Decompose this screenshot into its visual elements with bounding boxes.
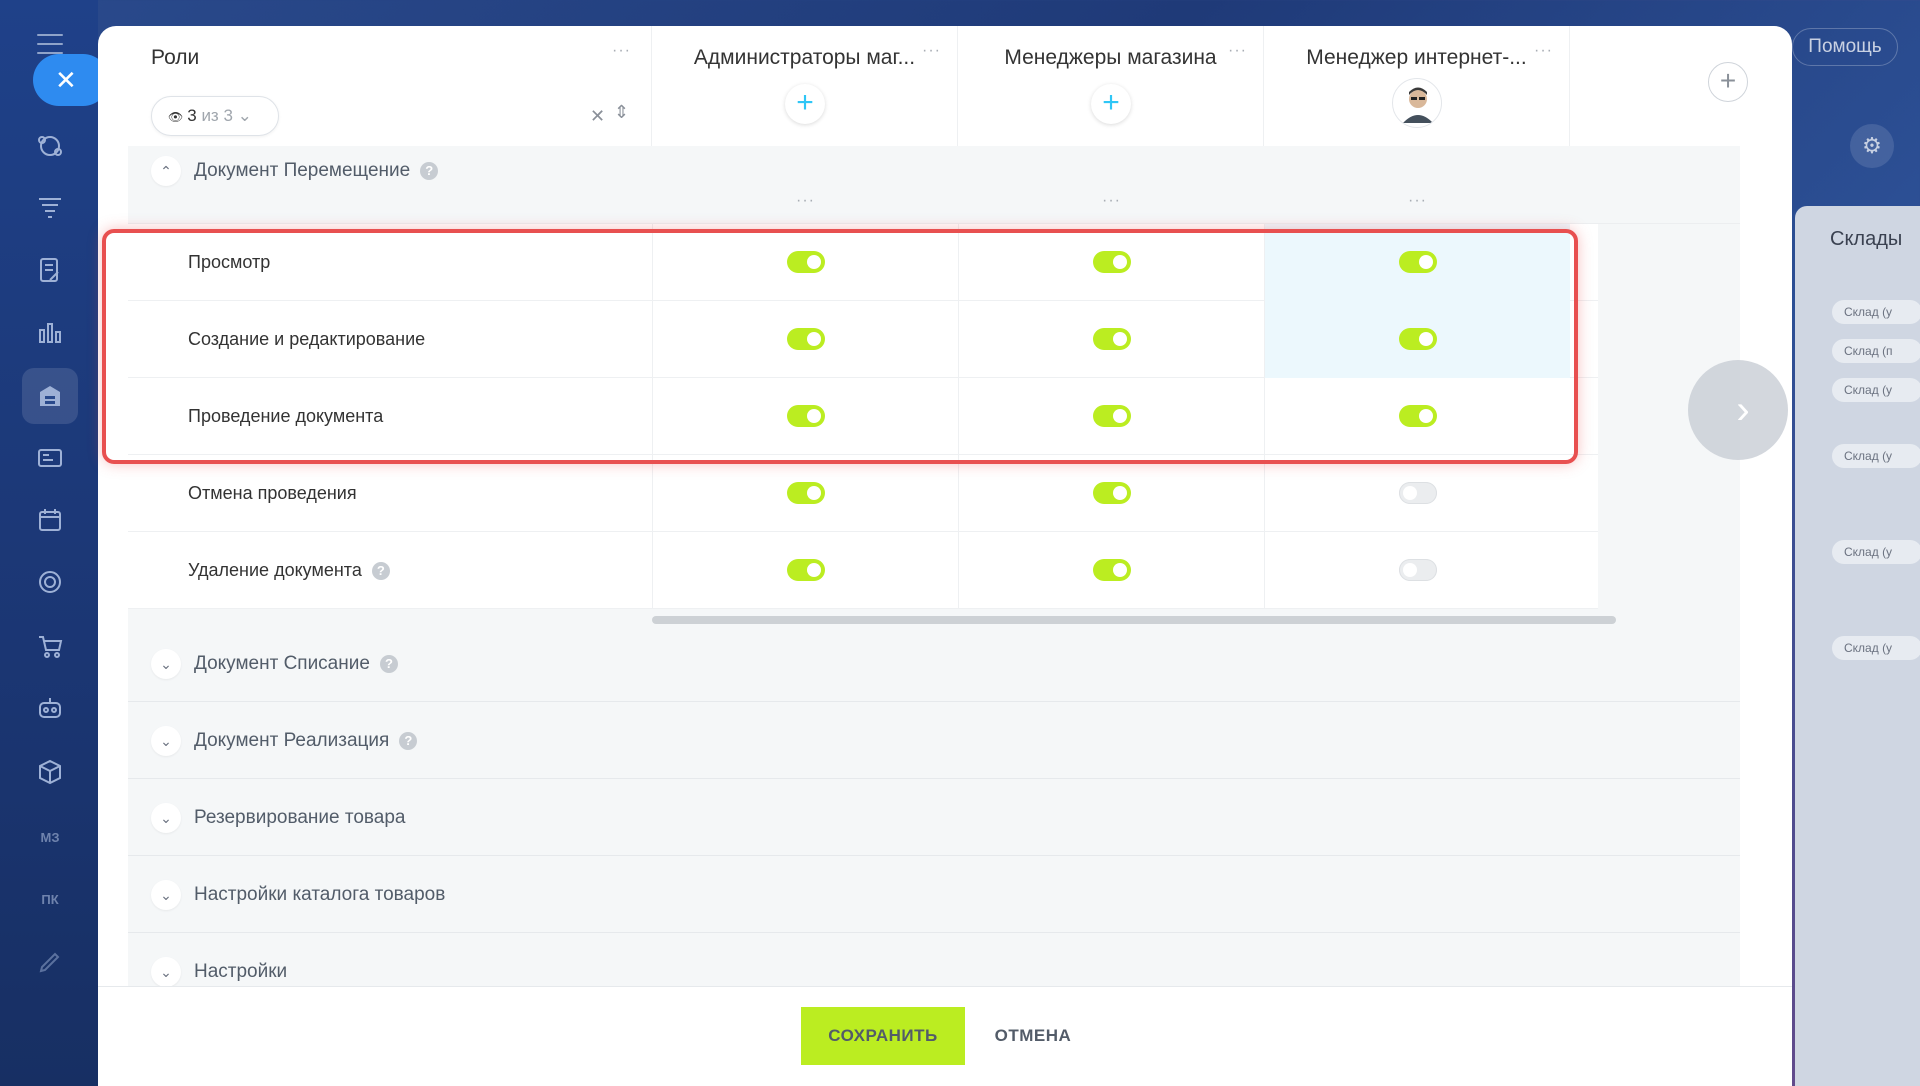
sidebar-item-mz[interactable]: МЗ xyxy=(36,830,64,845)
permission-cell xyxy=(958,455,1264,532)
chevron-down-icon[interactable]: ⌄ xyxy=(151,803,181,833)
chevron-up-icon[interactable]: ⌃ xyxy=(151,156,181,186)
gear-icon[interactable]: ⚙ xyxy=(1850,124,1894,168)
more-icon[interactable]: ··· xyxy=(1102,192,1121,210)
more-icon[interactable]: ··· xyxy=(612,42,631,60)
sidebar-cart-icon[interactable] xyxy=(36,632,64,660)
section-title: Настройки каталога товаров xyxy=(194,884,446,905)
role-name[interactable]: Менеджер интернет-... xyxy=(1264,46,1569,70)
role-column-admins: Администраторы маг... ··· + xyxy=(652,26,958,146)
chevron-down-icon[interactable]: ⌄ xyxy=(151,880,181,910)
permission-toggle[interactable] xyxy=(1093,559,1131,581)
filter-total: из 3 xyxy=(201,106,233,125)
sidebar-box-icon[interactable] xyxy=(36,758,64,786)
permission-cell xyxy=(652,532,958,609)
sidebar-cards-icon[interactable] xyxy=(36,444,64,472)
permission-toggle[interactable] xyxy=(787,482,825,504)
more-icon[interactable]: ··· xyxy=(1534,42,1553,60)
chevron-down-icon[interactable]: ⌄ xyxy=(151,649,181,679)
sidebar-item-pk[interactable]: ПК xyxy=(36,892,64,907)
section-title: Резервирование товара xyxy=(194,807,406,828)
more-icon[interactable]: ··· xyxy=(796,192,815,210)
sidebar-chart-icon[interactable] xyxy=(36,318,64,346)
sidebar-target-icon[interactable] xyxy=(36,568,64,596)
role-name[interactable]: Администраторы маг... xyxy=(652,46,957,70)
collapse-all-icon[interactable]: ✕ xyxy=(590,106,605,127)
background-tag: Склад (у xyxy=(1832,378,1920,402)
section-document-writeoff[interactable]: ⌄ Документ Списание? xyxy=(128,626,1740,702)
filter-count: 3 xyxy=(187,106,197,125)
permission-cell xyxy=(1264,455,1570,532)
permission-toggle[interactable] xyxy=(1399,482,1437,504)
eye-icon: 👁 xyxy=(168,110,184,124)
background-tag: Склад (у xyxy=(1832,636,1920,660)
section-document-transfer[interactable]: ⌃ Документ Перемещение? ··· ··· ··· xyxy=(128,146,1740,224)
section-title: Документ Перемещение? xyxy=(194,160,439,182)
help-icon[interactable]: ? xyxy=(399,731,418,750)
chevron-down-icon[interactable]: ⌄ xyxy=(151,726,181,756)
scroll-right-button[interactable]: › xyxy=(1688,360,1788,460)
sidebar-funnel-icon[interactable] xyxy=(36,194,64,222)
help-icon[interactable]: ? xyxy=(371,562,390,581)
add-member-button[interactable]: + xyxy=(1091,84,1131,124)
background-tag: Склад (п xyxy=(1832,339,1920,363)
permission-cell xyxy=(958,532,1264,609)
permission-row: Удаление документа? xyxy=(128,532,1598,609)
save-button[interactable]: СОХРАНИТЬ xyxy=(801,1007,965,1065)
roles-header: Роли ··· 👁 3 из 3 ⌄ ✕ ⇕ xyxy=(128,26,652,146)
left-sidebar: МЗ ПК xyxy=(0,0,98,1086)
help-icon[interactable]: ? xyxy=(379,654,398,673)
horizontal-scrollbar[interactable] xyxy=(652,616,1616,624)
sidebar-pencil-icon[interactable] xyxy=(36,948,64,976)
section-reservation[interactable]: ⌄ Резервирование товара xyxy=(128,780,1740,856)
chevron-down-icon: ⌄ xyxy=(237,106,252,125)
more-icon[interactable]: ··· xyxy=(1408,192,1427,210)
permission-label: Удаление документа? xyxy=(188,532,390,609)
role-column-managers: Менеджеры магазина ··· + xyxy=(958,26,1264,146)
dialog-footer: СОХРАНИТЬ ОТМЕНА xyxy=(98,986,1792,1086)
more-icon[interactable]: ··· xyxy=(1228,42,1247,60)
permission-cell xyxy=(1264,532,1570,609)
section-catalog-settings[interactable]: ⌄ Настройки каталога товаров xyxy=(128,857,1740,933)
cancel-button[interactable]: ОТМЕНА xyxy=(978,1007,1088,1065)
visible-roles-filter[interactable]: 👁 3 из 3 ⌄ xyxy=(151,96,279,136)
expand-all-icon[interactable]: ⇕ xyxy=(614,102,629,123)
sidebar-warehouse-icon[interactable] xyxy=(36,382,64,410)
permission-label: Отмена проведения xyxy=(188,483,357,503)
role-name[interactable]: Менеджеры магазина xyxy=(958,46,1263,70)
roles-title: Роли xyxy=(151,46,200,69)
sidebar-calendar-icon[interactable] xyxy=(36,506,64,534)
access-rights-dialog: Роли ··· 👁 3 из 3 ⌄ ✕ ⇕ Администраторы ма… xyxy=(98,26,1792,1086)
background-tag: Склад (у xyxy=(1832,540,1920,564)
permission-toggle[interactable] xyxy=(1399,559,1437,581)
sidebar-document-icon[interactable] xyxy=(36,256,64,284)
permissions-grid: Роли ··· 👁 3 из 3 ⌄ ✕ ⇕ Администраторы ма… xyxy=(128,26,1748,1010)
background-tag: Склад (у xyxy=(1832,444,1920,468)
add-role-button[interactable]: + xyxy=(1708,62,1748,102)
permission-row: Отмена проведения xyxy=(128,455,1598,532)
more-icon[interactable]: ··· xyxy=(922,42,941,60)
section-title: Документ Списание? xyxy=(194,626,398,702)
help-link[interactable]: Помощь xyxy=(1792,28,1898,66)
section-title: Документ Реализация? xyxy=(194,703,418,779)
chevron-down-icon[interactable]: ⌄ xyxy=(151,957,181,987)
highlight-frame xyxy=(102,229,1578,464)
permission-toggle[interactable] xyxy=(787,559,825,581)
help-icon[interactable]: ? xyxy=(420,161,439,180)
permission-toggle[interactable] xyxy=(1093,482,1131,504)
background-tag: Склад (у xyxy=(1832,300,1920,324)
section-document-sale[interactable]: ⌄ Документ Реализация? xyxy=(128,703,1740,779)
sidebar-robot-icon[interactable] xyxy=(36,694,64,722)
sidebar-crm-icon[interactable] xyxy=(36,132,64,160)
menu-icon[interactable] xyxy=(37,34,63,54)
avatar[interactable] xyxy=(1392,78,1442,128)
permission-cell xyxy=(652,455,958,532)
role-column-online-manager: Менеджер интернет-... ··· xyxy=(1264,26,1570,146)
background-panel-title: Склады xyxy=(1830,228,1903,250)
add-member-button[interactable]: + xyxy=(785,84,825,124)
